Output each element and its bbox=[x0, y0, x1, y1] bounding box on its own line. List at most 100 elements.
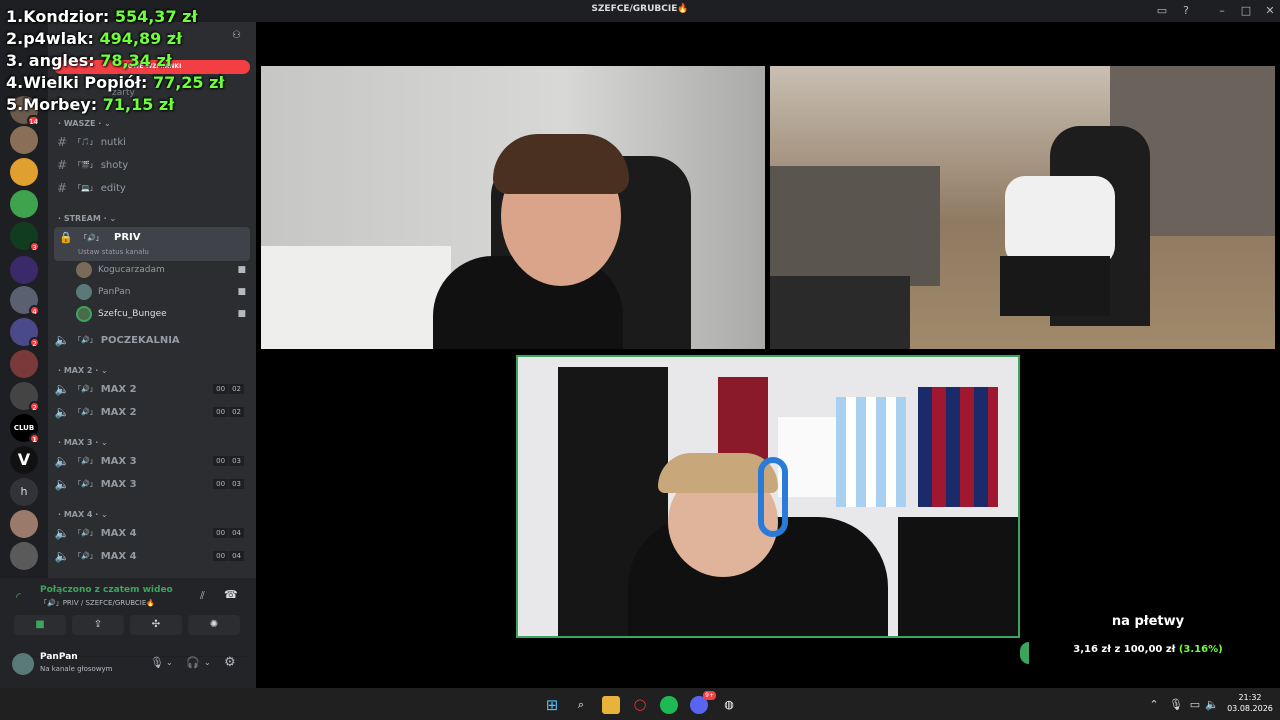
voice-channel-priv[interactable]: 🔒 「🔊」 PRIV Ustaw status kanału bbox=[54, 227, 250, 261]
channel-emoji: 「🔊」 bbox=[74, 457, 97, 465]
leaderboard-amount: 554,37 zł bbox=[114, 7, 198, 26]
speaker-icon: 🔈 bbox=[54, 405, 70, 419]
voice-channel-max2[interactable]: 🔈 「🔊」 MAX 2 00 02 bbox=[54, 402, 250, 422]
settings-gear-icon[interactable]: ⚙ bbox=[224, 655, 236, 670]
leaderboard-name: 5.Morbey: bbox=[6, 95, 98, 114]
soundboard-button[interactable]: ✺ bbox=[188, 615, 240, 635]
app-icon[interactable]: ◍ bbox=[720, 696, 738, 714]
voice-channel-poczekalnia[interactable]: 🔈 「🔊」 POCZEKALNIA bbox=[54, 330, 250, 350]
tray-chevron-icon[interactable]: ⌃ bbox=[1145, 696, 1163, 714]
category-wasze[interactable]: · WASZE · ⌄ bbox=[58, 119, 111, 128]
server-icon[interactable] bbox=[10, 126, 38, 154]
network-icon[interactable]: ▭ bbox=[1186, 696, 1204, 714]
server-icon[interactable]: 2 bbox=[10, 318, 40, 348]
user-name: Kogucarzadam bbox=[98, 265, 165, 275]
mention-badge: 14 bbox=[27, 115, 40, 126]
help-icon[interactable]: ? bbox=[1178, 3, 1194, 19]
user-name[interactable]: PanPan bbox=[40, 652, 78, 662]
category-max2[interactable]: · MAX 2 · ⌄ bbox=[58, 366, 108, 375]
clock-date: 03.08.2026 bbox=[1227, 704, 1273, 713]
camera-button[interactable]: ■ bbox=[14, 615, 66, 635]
hash-icon: # bbox=[56, 158, 68, 172]
volume-icon[interactable]: 🔈 bbox=[1203, 696, 1221, 714]
maximize-button[interactable]: □ bbox=[1238, 3, 1254, 19]
chevron-down-icon[interactable]: ⌄ bbox=[166, 658, 173, 667]
server-icon[interactable]: 3 bbox=[10, 222, 40, 252]
connection-channel[interactable]: 「🔊」PRIV / SZEFCE/GRUBCIE🔥 bbox=[40, 598, 155, 608]
voice-channel-max4[interactable]: 🔈 「🔊」 MAX 4 00 04 bbox=[54, 523, 250, 543]
avatar[interactable] bbox=[12, 653, 34, 675]
club-server-icon[interactable]: CLUB 1 bbox=[10, 414, 40, 444]
text-channel-nutki[interactable]: # 「🎵」 nutki bbox=[54, 132, 250, 152]
connection-status[interactable]: Połączono z czatem wideo bbox=[40, 585, 173, 595]
server-icon[interactable] bbox=[10, 256, 38, 284]
leaderboard-name: 1.Kondzior: bbox=[6, 7, 110, 26]
channel-name: MAX 3 bbox=[100, 455, 137, 467]
server-icon[interactable] bbox=[10, 190, 38, 218]
leaderboard-name: 2.p4wlak: bbox=[6, 29, 94, 48]
channel-status-prompt[interactable]: Ustaw status kanału bbox=[78, 248, 149, 256]
video-tile[interactable] bbox=[770, 66, 1275, 349]
bed bbox=[770, 166, 940, 286]
v-server-icon[interactable]: V bbox=[10, 446, 38, 474]
desk-corner bbox=[898, 517, 1018, 636]
channel-name: shoty bbox=[100, 159, 129, 171]
category-label: WASZE bbox=[63, 119, 96, 128]
spotify-icon[interactable] bbox=[660, 696, 678, 714]
letter-server-icon[interactable]: h bbox=[10, 478, 38, 506]
server-icon[interactable]: 4 bbox=[10, 286, 40, 316]
server-icon[interactable] bbox=[10, 542, 38, 570]
inbox-icon[interactable]: ▭ bbox=[1154, 3, 1170, 19]
server-icon[interactable] bbox=[10, 350, 38, 378]
start-icon[interactable]: ⊞ bbox=[543, 696, 561, 714]
discord-icon[interactable]: 9+ bbox=[690, 691, 716, 714]
jersey-argentina bbox=[836, 397, 906, 507]
donation-goal-amount: 100,00 zł bbox=[1123, 644, 1176, 655]
minimize-button[interactable]: – bbox=[1214, 3, 1230, 19]
user-status: Na kanale głosowym bbox=[40, 665, 113, 673]
voice-channel-max4[interactable]: 🔈 「🔊」 MAX 4 00 04 bbox=[54, 546, 250, 566]
add-member-icon[interactable]: ⚇ bbox=[232, 30, 241, 41]
voice-user[interactable]: Kogucarzadam ■ bbox=[76, 260, 250, 280]
voice-channel-max3[interactable]: 🔈 「🔊」 MAX 3 00 03 bbox=[54, 451, 250, 471]
user-name: Szefcu_Bungee bbox=[98, 309, 167, 319]
video-tile-speaking[interactable] bbox=[516, 355, 1020, 638]
search-icon[interactable]: ⌕ bbox=[572, 696, 590, 714]
voice-user-speaking[interactable]: Szefcu_Bungee ■ bbox=[76, 304, 250, 324]
speaker-icon: 🔈 bbox=[54, 526, 70, 540]
voice-channel-max2[interactable]: 🔈 「🔊」 MAX 2 00 02 bbox=[54, 379, 250, 399]
category-stream[interactable]: · STREAM · ⌄ bbox=[58, 214, 116, 223]
category-label: MAX 3 bbox=[63, 438, 93, 447]
text-channel-shoty[interactable]: # 「🎬」 shoty bbox=[54, 155, 250, 175]
disconnect-icon[interactable]: ☎ bbox=[224, 588, 238, 601]
microphone-icon[interactable]: 🎙 bbox=[150, 656, 164, 669]
close-button[interactable]: ✕ bbox=[1262, 3, 1278, 19]
channel-name: MAX 4 bbox=[100, 550, 137, 562]
voice-channel-max3[interactable]: 🔈 「🔊」 MAX 3 00 03 bbox=[54, 474, 250, 494]
mention-badge: 2 bbox=[29, 401, 40, 412]
tray-microphone-icon[interactable]: 🎙 bbox=[1167, 696, 1185, 714]
activities-button[interactable]: ✣ bbox=[130, 615, 182, 635]
category-max4[interactable]: · MAX 4 · ⌄ bbox=[58, 510, 108, 519]
noise-suppression-icon[interactable]: ⫽ bbox=[200, 589, 205, 603]
channel-emoji: 「🎵」 bbox=[74, 138, 97, 146]
server-icon[interactable] bbox=[10, 510, 38, 538]
leaderboard-amount: 494,89 zł bbox=[99, 29, 183, 48]
leaderboard-entry: 4.Wielki Popiół: 77,25 zł bbox=[6, 72, 224, 94]
donation-message: na płetwy bbox=[1111, 614, 1185, 629]
voice-user[interactable]: PanPan ■ bbox=[76, 282, 250, 302]
file-explorer-icon[interactable] bbox=[602, 696, 620, 714]
headphones-icon[interactable]: 🎧 bbox=[186, 656, 200, 669]
lock-icon: 🔒 bbox=[59, 231, 73, 244]
screenshare-button[interactable]: ⇪ bbox=[72, 615, 124, 635]
text-channel-edity[interactable]: # 「💻」 edity bbox=[54, 178, 250, 198]
server-icon[interactable]: 2 bbox=[10, 382, 40, 412]
server-icon[interactable] bbox=[10, 158, 38, 186]
chevron-down-icon[interactable]: ⌄ bbox=[204, 658, 211, 667]
clock[interactable]: 21:32 03.08.2026 bbox=[1222, 692, 1278, 714]
user-limit-value: 02 bbox=[229, 384, 244, 394]
leaderboard-name: 3. angles: bbox=[6, 51, 95, 70]
opera-gx-icon[interactable]: ◯ bbox=[631, 696, 649, 714]
category-max3[interactable]: · MAX 3 · ⌄ bbox=[58, 438, 108, 447]
video-tile[interactable] bbox=[261, 66, 765, 349]
